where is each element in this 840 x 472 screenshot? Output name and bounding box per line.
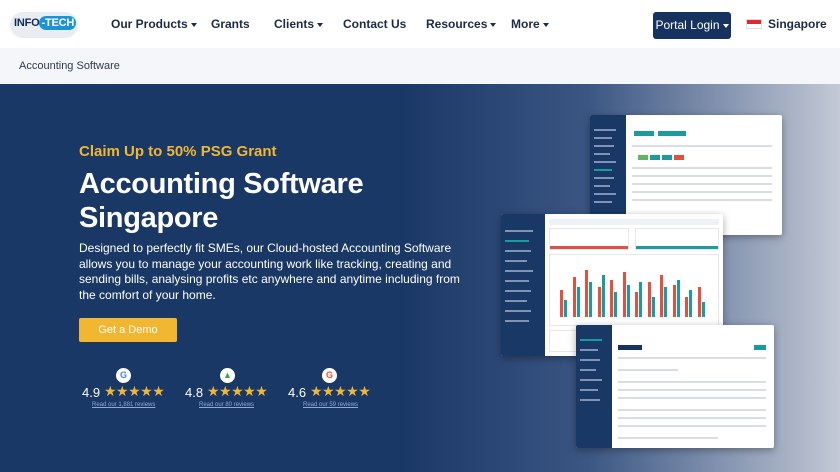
chart-bar-red	[685, 297, 688, 317]
rating-score: 4.6	[288, 385, 307, 400]
rating-score: 4.9	[82, 385, 101, 400]
chart-bar-teal	[651, 297, 655, 317]
chart-bar-teal	[701, 302, 705, 317]
chart-bar-teal	[564, 299, 567, 317]
chart-bar-teal	[576, 287, 580, 317]
chart-bar-teal	[614, 292, 617, 317]
chart-bar-red	[610, 279, 613, 317]
chevron-down-icon	[722, 23, 729, 28]
rating-stars: ★★★★★	[207, 383, 268, 399]
read-reviews-link[interactable]: Read our 80 reviews	[199, 402, 254, 408]
chevron-down-icon	[190, 22, 197, 27]
app-sidebar	[501, 214, 545, 356]
logo-text: INFO -TECH	[14, 16, 77, 30]
chart-bar-teal	[689, 289, 692, 317]
chart-bar-teal	[639, 282, 642, 317]
chart-bar-red	[560, 289, 563, 317]
chart-bar-red	[622, 272, 626, 317]
chart-bar-red	[597, 287, 601, 317]
portal-login-button[interactable]: Portal Login	[653, 12, 731, 39]
chart-bar-red	[647, 282, 651, 317]
app-sidebar	[576, 325, 612, 448]
chart-bar-teal	[589, 282, 592, 317]
rating-stars: ★★★★★	[310, 383, 371, 399]
read-reviews-link[interactable]: Read our 59 reviews	[303, 402, 358, 408]
chart-bar-teal	[676, 279, 680, 317]
info-tech-logo[interactable]: INFO -TECH	[10, 12, 78, 38]
nav-our-products[interactable]: Our Products	[111, 17, 197, 31]
chart-bar-red	[660, 274, 663, 317]
psg-grant-claim: Claim Up to 50% PSG Grant	[79, 143, 277, 160]
chart-bar-red	[635, 292, 638, 317]
hero-section: Claim Up to 50% PSG Grant Accounting Sof…	[0, 84, 840, 472]
chevron-down-icon	[317, 22, 324, 27]
breadcrumb: Accounting Software	[0, 48, 840, 84]
nav-contact-us[interactable]: Contact Us	[343, 17, 406, 31]
chart-bar-red	[672, 284, 676, 317]
singapore-flag-icon[interactable]	[746, 19, 762, 29]
nav-grants[interactable]: Grants	[211, 17, 250, 31]
google-maps-icon: ▲	[220, 368, 235, 383]
nav-more[interactable]: More	[511, 17, 549, 31]
rating-stars: ★★★★★	[104, 383, 165, 399]
nav-clients[interactable]: Clients	[274, 17, 324, 31]
chart-bar-red	[697, 287, 701, 317]
nav-resources[interactable]: Resources	[426, 17, 497, 31]
chart-bar-teal	[626, 284, 630, 317]
chart-bar-teal	[664, 287, 667, 317]
app-screenshot-invoice	[576, 325, 774, 448]
rating-score: 4.8	[185, 385, 204, 400]
google-icon: G	[116, 368, 131, 383]
g2-icon: G	[322, 368, 337, 383]
read-reviews-link[interactable]: Read our 1,881 reviews	[92, 402, 155, 408]
country-selector[interactable]: Singapore	[768, 17, 827, 31]
hero-description: Designed to perfectly fit SMEs, our Clou…	[79, 241, 460, 302]
breadcrumb-current: Accounting Software	[19, 60, 120, 72]
get-a-demo-button[interactable]: Get a Demo	[79, 318, 177, 342]
chevron-down-icon	[490, 22, 497, 27]
chart-bar-red	[585, 269, 588, 317]
chart-bar-red	[572, 277, 576, 317]
dashboard-bar-chart	[549, 254, 719, 326]
rating-google-maps: ▲ 4.8 ★★★★★ Read our 80 reviews	[185, 368, 285, 414]
chevron-down-icon	[542, 22, 549, 27]
rating-google: G 4.9 ★★★★★ Read our 1,881 reviews	[82, 368, 182, 414]
chart-bar-teal	[601, 274, 605, 317]
page-title: Accounting Software Singapore	[79, 168, 364, 234]
top-navigation: INFO -TECH Our Products Grants Clients Co…	[0, 0, 840, 48]
rating-g2: G 4.6 ★★★★★ Read our 59 reviews	[288, 368, 388, 414]
